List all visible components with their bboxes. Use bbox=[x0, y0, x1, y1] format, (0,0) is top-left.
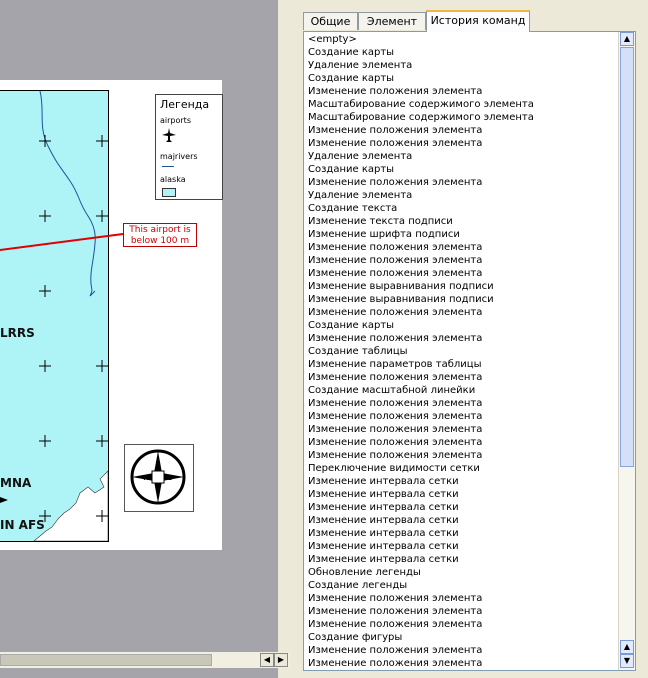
history-item[interactable]: Изменение положения элемента bbox=[305, 410, 619, 423]
map-label-lrrs: LRRS bbox=[0, 326, 35, 340]
history-item[interactable]: Создание карты bbox=[305, 46, 619, 59]
history-item[interactable]: Удаление элемента bbox=[305, 150, 619, 163]
history-item[interactable]: Изменение положения элемента bbox=[305, 176, 619, 189]
scroll-up-small-button[interactable]: ▲ bbox=[620, 640, 634, 654]
scroll-up-button[interactable]: ▲ bbox=[620, 32, 634, 46]
composer-canvas[interactable]: LRRS MNA IN AFS This airport is below 10… bbox=[0, 0, 278, 678]
history-item[interactable]: Изменение интервала сетки bbox=[305, 540, 619, 553]
history-item[interactable]: Обновление легенды bbox=[305, 566, 619, 579]
north-arrow-item[interactable]: N S W E bbox=[124, 444, 194, 512]
map-label-mna: MNA bbox=[0, 476, 32, 490]
history-item[interactable]: Изменение положения элемента bbox=[305, 371, 619, 384]
vscroll-thumb[interactable] bbox=[620, 47, 634, 467]
history-item[interactable]: Изменение интервала сетки bbox=[305, 514, 619, 527]
history-item[interactable]: Изменение положения элемента bbox=[305, 592, 619, 605]
history-item[interactable]: Изменение положения элемента bbox=[305, 267, 619, 280]
callout-line1: This airport is bbox=[129, 225, 191, 235]
history-item[interactable]: Изменение положения элемента bbox=[305, 332, 619, 345]
history-item[interactable]: Изменение выравнивания подписи bbox=[305, 293, 619, 306]
history-item[interactable]: Создание фигуры bbox=[305, 631, 619, 644]
history-item[interactable]: Изменение положения элемента bbox=[305, 657, 619, 669]
history-item[interactable]: Изменение положения элемента bbox=[305, 254, 619, 267]
callout-line bbox=[0, 233, 124, 251]
history-item[interactable]: Создание текста bbox=[305, 202, 619, 215]
panel-splitter[interactable] bbox=[290, 0, 300, 678]
history-item[interactable]: Изменение интервала сетки bbox=[305, 527, 619, 540]
river-line-icon bbox=[162, 166, 174, 167]
scroll-down-button[interactable]: ▼ bbox=[620, 654, 634, 668]
history-item[interactable]: Изменение параметров таблицы bbox=[305, 358, 619, 371]
command-history-list[interactable]: <empty> Создание карты Удаление элемента Со… bbox=[303, 31, 636, 671]
history-item[interactable]: Масштабирование содержимого элемента bbox=[305, 98, 619, 111]
history-item[interactable]: Переключение видимости сетки bbox=[305, 462, 619, 475]
river-line bbox=[39, 91, 96, 297]
hscroll-thumb[interactable] bbox=[0, 654, 212, 666]
layout-page[interactable]: LRRS MNA IN AFS This airport is below 10… bbox=[0, 80, 223, 550]
history-item[interactable]: Изменение положения элемента bbox=[305, 306, 619, 319]
history-item[interactable]: Изменение положения элемента bbox=[305, 241, 619, 254]
map-graphics bbox=[0, 91, 108, 541]
compass-e: E bbox=[168, 474, 172, 482]
legend-item[interactable]: Легенда airports majrivers alaska bbox=[155, 94, 223, 200]
history-item[interactable]: Удаление элемента bbox=[305, 189, 619, 202]
history-item[interactable]: Изменение положения элемента bbox=[305, 644, 619, 657]
panel-tabs: Общие Элемент История команд bbox=[300, 10, 648, 32]
history-item[interactable]: Удаление элемента bbox=[305, 59, 619, 72]
history-item[interactable]: Масштабирование содержимого элемента bbox=[305, 111, 619, 124]
history-item[interactable]: Создание карты bbox=[305, 72, 619, 85]
history-item[interactable]: Изменение положения элемента bbox=[305, 436, 619, 449]
history-item[interactable]: Изменение текста подписи bbox=[305, 215, 619, 228]
legend-label-majrivers: majrivers bbox=[160, 152, 198, 161]
scroll-right-button[interactable]: ▶ bbox=[274, 653, 288, 667]
history-item[interactable]: Изменение интервала сетки bbox=[305, 475, 619, 488]
history-item[interactable]: Создание таблицы bbox=[305, 345, 619, 358]
land-swatch-icon bbox=[162, 188, 176, 197]
callout-label[interactable]: This airport is below 100 m bbox=[123, 223, 197, 247]
callout-line2: below 100 m bbox=[130, 236, 190, 246]
history-item[interactable]: Изменение положения элемента bbox=[305, 449, 619, 462]
history-item[interactable]: Создание карты bbox=[305, 319, 619, 332]
history-item[interactable]: Изменение положения элемента bbox=[305, 423, 619, 436]
history-item[interactable]: Изменение положения элемента bbox=[305, 605, 619, 618]
history-item[interactable]: Изменение шрифта подписи bbox=[305, 228, 619, 241]
history-item[interactable]: Создание легенды bbox=[305, 579, 619, 592]
history-item[interactable]: Создание карты bbox=[305, 163, 619, 176]
legend-label-airports: airports bbox=[160, 116, 191, 125]
compass-n: N bbox=[155, 460, 160, 468]
map-label-afs: IN AFS bbox=[0, 518, 45, 532]
history-item[interactable]: Изменение интервала сетки bbox=[305, 553, 619, 566]
map-item[interactable]: LRRS MNA IN AFS bbox=[0, 90, 109, 542]
tab-general[interactable]: Общие bbox=[303, 12, 358, 30]
history-item[interactable]: Изменение интервала сетки bbox=[305, 488, 619, 501]
legend-title: Легенда bbox=[160, 98, 210, 111]
coastline bbox=[33, 470, 108, 541]
scroll-left-button[interactable]: ◀ bbox=[260, 653, 274, 667]
grid-crosses bbox=[39, 135, 108, 522]
legend-label-alaska: alaska bbox=[160, 175, 186, 184]
history-items: <empty> Создание карты Удаление элемента Со… bbox=[305, 33, 619, 669]
tab-command-history[interactable]: История команд bbox=[426, 10, 530, 32]
compass-rose-icon: N S W E bbox=[130, 449, 186, 505]
history-item[interactable]: Изменение положения элемента bbox=[305, 124, 619, 137]
airport-marker bbox=[0, 497, 8, 503]
canvas-horizontal-scrollbar[interactable]: ◀ ▶ bbox=[0, 652, 290, 668]
history-item[interactable]: Изменение положения элемента bbox=[305, 85, 619, 98]
history-vertical-scrollbar[interactable]: ▲ ▲ ▼ bbox=[618, 32, 635, 670]
history-item[interactable]: Изменение положения элемента bbox=[305, 618, 619, 631]
history-item[interactable]: Изменение выравнивания подписи bbox=[305, 280, 619, 293]
history-item[interactable]: Изменение интервала сетки bbox=[305, 501, 619, 514]
tab-item[interactable]: Элемент bbox=[358, 12, 426, 30]
history-item[interactable]: Создание масштабной линейки bbox=[305, 384, 619, 397]
history-item[interactable]: Изменение положения элемента bbox=[305, 397, 619, 410]
compass-w: W bbox=[143, 474, 150, 482]
history-item[interactable]: <empty> bbox=[305, 33, 619, 46]
compass-s: S bbox=[156, 487, 161, 495]
history-item[interactable]: Изменение положения элемента bbox=[305, 137, 619, 150]
airplane-icon bbox=[162, 128, 176, 142]
